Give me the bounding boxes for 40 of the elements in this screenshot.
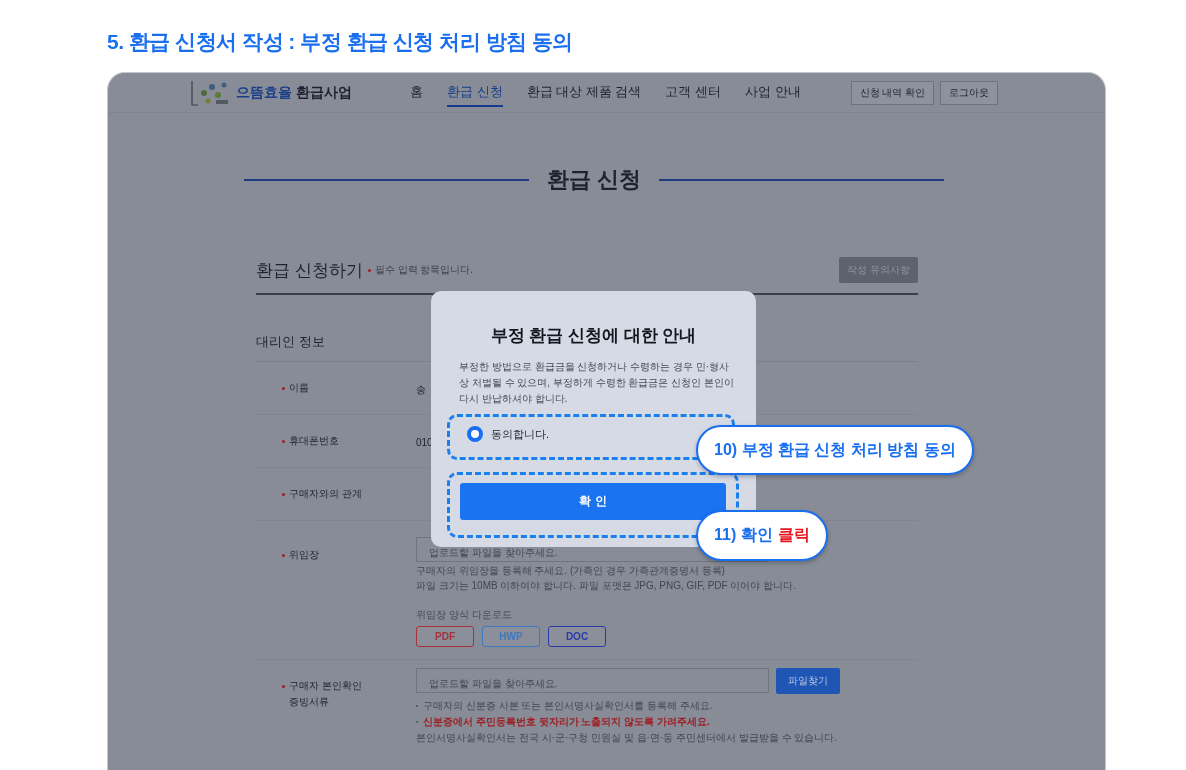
help-text: 구매자의 위임장을 등록해 주세요. (가족인 경우 가족관계증명서 등록)	[416, 565, 726, 577]
required-dot	[282, 492, 285, 496]
required-note: 필수 입력 항목입니다.	[374, 263, 474, 277]
confirm-button[interactable]: 확 인	[460, 483, 726, 520]
field-label: 휴대폰번호	[289, 434, 339, 448]
required-dot	[282, 554, 285, 557]
field-label: 구매자 본인확인 증빙서류	[289, 679, 362, 709]
nav-item[interactable]: 고객 센터	[665, 78, 722, 107]
form-title: 환급 신청하기	[256, 259, 363, 282]
page-title: 환급 신청	[546, 166, 642, 194]
callout-label: 10) 부정 환급 신청 처리 방침 동의	[696, 425, 974, 475]
nav-item[interactable]: 홈	[410, 78, 423, 107]
note-text: 구매자의 신분증 사본 또는 본인서명사실확인서를 등록해 주세요.	[423, 699, 713, 713]
required-dot	[282, 685, 285, 688]
nav-item[interactable]: 환급 신청	[447, 78, 503, 107]
find-file-button[interactable]: 파일찾기	[776, 668, 840, 694]
agree-label: 동의합니다.	[491, 426, 550, 442]
download-label: 위임장 양식 다운로드	[416, 608, 513, 622]
field-label: 이름	[289, 381, 309, 395]
field-label: 위임장	[289, 548, 319, 562]
nav-item[interactable]: 사업 안내	[745, 78, 801, 107]
help-text: 파일 크기는 10MB 이하여야 합니다. 파일 포맷은 JPG, PNG, GIF, PDF 이어야 합니다.	[416, 580, 798, 592]
dialog-text: 부정한 방법으로 환급금을 신청하거나 수령하는 경우 민·형사상 처벌될 수 있으며, 부정하게 수령한 환급금은 신청인 본인이 다시 반납하셔야 합니다.	[459, 360, 734, 406]
note-text: 신분증에서 주민등록번호 뒷자리가 노출되지 않도록 가려주세요.	[423, 715, 710, 729]
required-dot	[367, 268, 371, 272]
logo-title: 환급사업	[296, 83, 352, 102]
step-heading: 5. 환급 신청서 작성 : 부정 환급 신청 처리 방침 동의	[107, 29, 574, 55]
file-field[interactable]: 업로드할 파일을 찾아주세요.	[416, 668, 769, 693]
field-value: 송	[416, 384, 426, 395]
note-text: 본인서명사실확인서는 전국 시·군·구청 민원실 및 읍·면·동 주민센터에서 발급받을 수 있습니다.	[416, 731, 838, 745]
download-button[interactable]: DOC	[548, 626, 606, 647]
nav-item[interactable]: 환급 대상 제품 검색	[526, 78, 642, 107]
logo-text: 으뜸효율	[236, 83, 292, 102]
required-dot	[282, 386, 285, 390]
callout-label: 11) 확인 클릭	[696, 510, 828, 561]
radio-button[interactable]	[467, 426, 483, 442]
required-dot	[282, 439, 285, 443]
header-button[interactable]: 로그아웃	[940, 80, 999, 105]
field-label: 구매자와의 관계	[289, 487, 362, 501]
header-button[interactable]: 신청 내역 확인	[850, 80, 935, 105]
